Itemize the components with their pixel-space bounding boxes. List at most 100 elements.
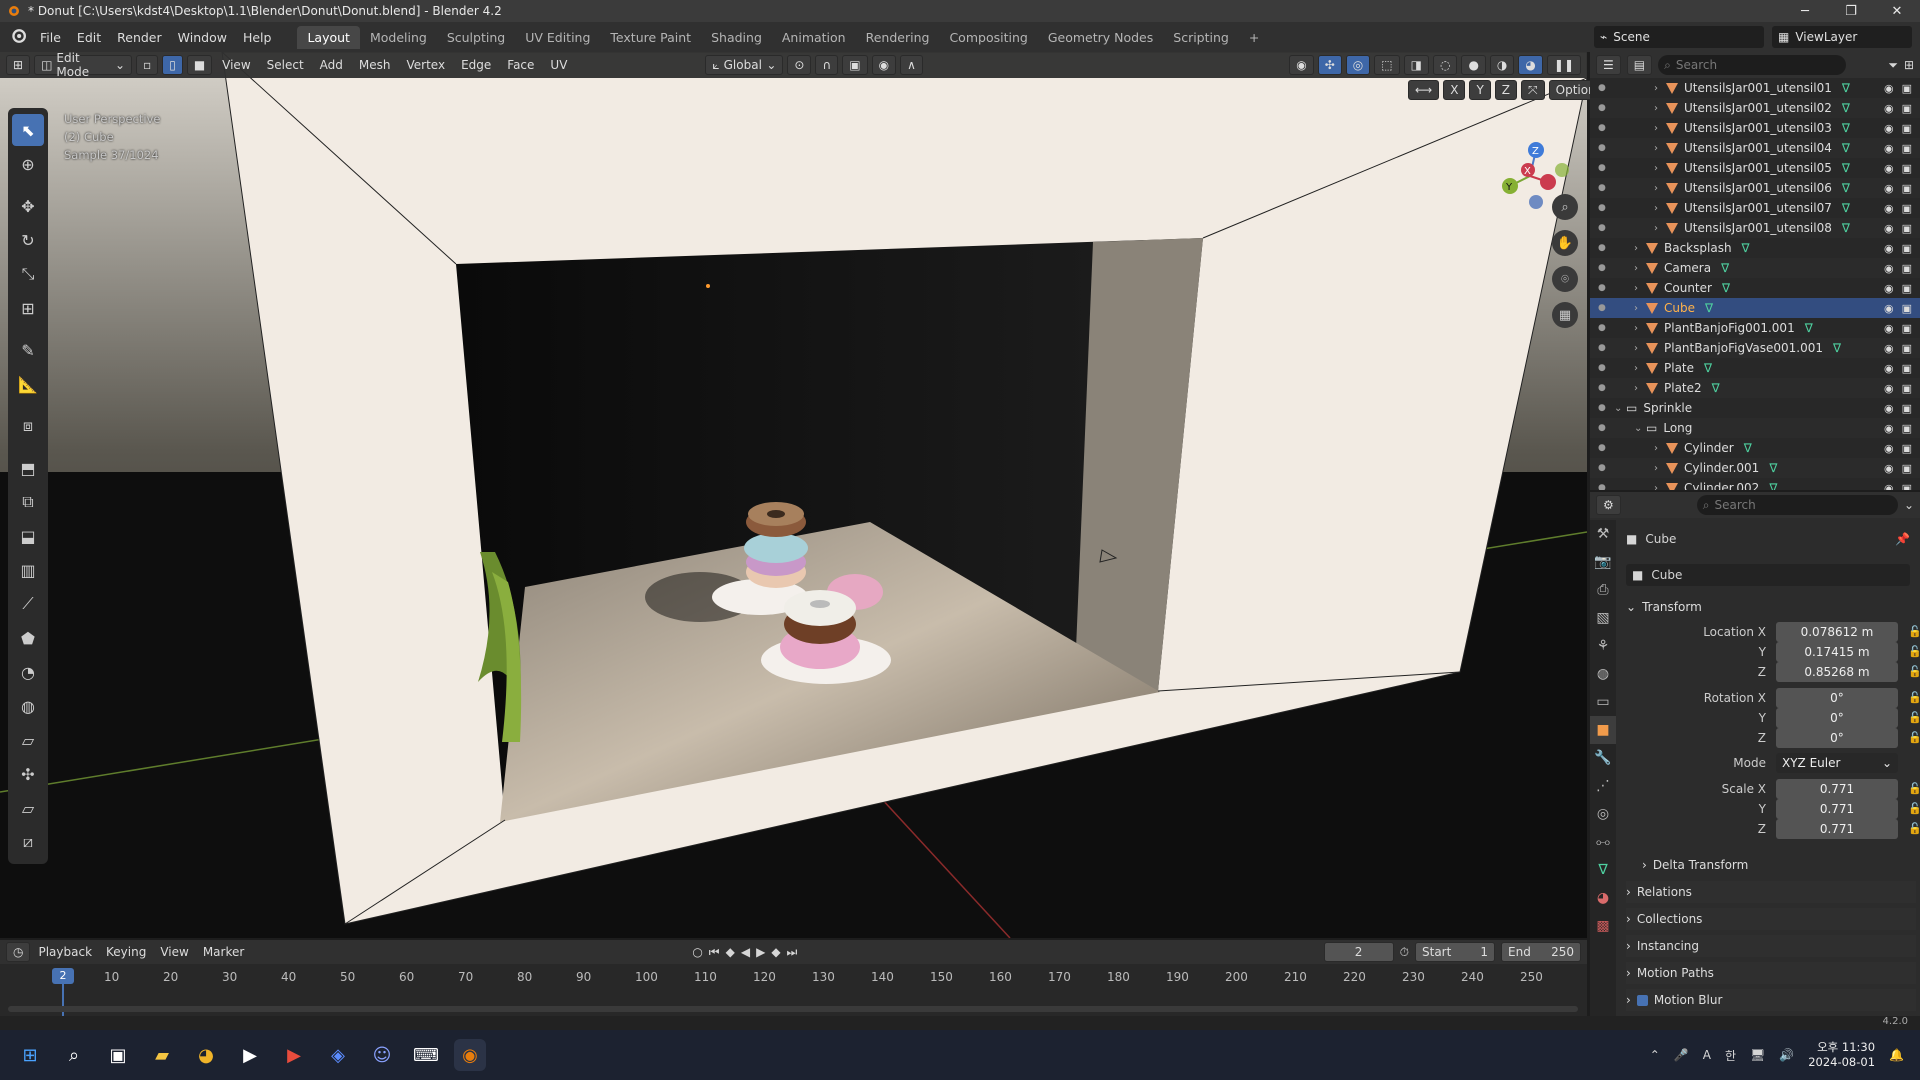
expand-chevron-icon[interactable]: › <box>1634 363 1646 374</box>
mirror-x-button[interactable]: X <box>1443 80 1466 100</box>
outliner-row[interactable]: ● › PlantBanjoFigVase001.001 ∇ ◉ ▣ <box>1590 338 1920 358</box>
expand-chevron-icon[interactable]: › <box>1634 243 1646 254</box>
tab-material[interactable]: ◕ <box>1590 884 1616 912</box>
eye-icon[interactable]: ◉ <box>1884 282 1894 295</box>
playhead-frame-indicator[interactable]: 2 <box>52 968 74 984</box>
tab-sculpting[interactable]: Sculpting <box>437 26 515 49</box>
expand-chevron-icon[interactable]: › <box>1634 343 1646 354</box>
outliner-row[interactable]: ● › Backsplash ∇ ◉ ▣ <box>1590 238 1920 258</box>
eye-icon[interactable]: ◉ <box>1884 402 1894 415</box>
eye-icon[interactable]: ◉ <box>1884 362 1894 375</box>
overlay-toggle-button[interactable]: ◎ <box>1345 55 1371 75</box>
tab-layout[interactable]: Layout <box>297 25 360 49</box>
location-x-field[interactable]: 0.078612 m <box>1776 622 1898 642</box>
network-icon[interactable]: 🖥 <box>1750 1048 1765 1062</box>
tab-constraints[interactable]: ⧟ <box>1590 828 1616 856</box>
menu-file[interactable]: File <box>32 30 69 45</box>
camera-render-icon[interactable]: ▣ <box>1902 402 1912 415</box>
camera-render-icon[interactable]: ▣ <box>1902 102 1912 115</box>
camera-render-icon[interactable]: ▣ <box>1902 202 1912 215</box>
vertex-select-button[interactable]: ▫ <box>136 55 159 75</box>
rendered-shading-button[interactable]: ◕ <box>1518 55 1543 75</box>
tab-uv-editing[interactable]: UV Editing <box>515 26 600 49</box>
eye-icon[interactable]: ◉ <box>1884 382 1894 395</box>
camera-render-icon[interactable]: ▣ <box>1902 482 1912 491</box>
tab-compositing[interactable]: Compositing <box>939 26 1037 49</box>
auto-merge-button[interactable]: ⤧ <box>1521 80 1545 100</box>
eye-icon[interactable]: ◉ <box>1884 142 1894 155</box>
tab-render[interactable]: 📷 <box>1590 548 1616 576</box>
lock-icon[interactable]: 🔓 <box>1908 782 1920 795</box>
outliner-row[interactable]: ● › Cube ∇ ◉ ▣ <box>1590 298 1920 318</box>
chevron-down-icon[interactable]: ⌄ <box>1904 498 1914 512</box>
outliner-row[interactable]: ● › UtensilsJar001_utensil07 ∇ ◉ ▣ <box>1590 198 1920 218</box>
scale-z-field[interactable]: 0.771 <box>1776 819 1898 839</box>
snap-target-button[interactable]: ▣ <box>842 55 868 75</box>
scale-tool[interactable]: ⤡ <box>12 258 44 290</box>
edge-slide-tool[interactable]: ▱ <box>12 724 44 756</box>
expand-chevron-icon[interactable]: › <box>1634 303 1646 314</box>
camera-render-icon[interactable]: ▣ <box>1902 362 1912 375</box>
eye-icon[interactable]: ◉ <box>1884 462 1894 475</box>
orientation-dropdown[interactable]: ⟀ Global ⌄ <box>705 55 784 75</box>
tab-object[interactable]: ■ <box>1590 716 1616 744</box>
camera-render-icon[interactable]: ▣ <box>1902 242 1912 255</box>
outliner-row[interactable]: ● › UtensilsJar001_utensil02 ∇ ◉ ▣ <box>1590 98 1920 118</box>
outliner-row[interactable]: ● › Cylinder ∇ ◉ ▣ <box>1590 438 1920 458</box>
outliner-row[interactable]: ● › Cylinder.002 ∇ ◉ ▣ <box>1590 478 1920 490</box>
camera-render-icon[interactable]: ▣ <box>1902 302 1912 315</box>
tab-scene[interactable]: ⚘ <box>1590 632 1616 660</box>
camera-render-icon[interactable]: ▣ <box>1902 182 1912 195</box>
menu-mesh[interactable]: Mesh <box>353 58 397 72</box>
eye-icon[interactable]: ◉ <box>1884 422 1894 435</box>
cursor-tool[interactable]: ⊕ <box>12 148 44 180</box>
knife-tool[interactable]: ⟋ <box>12 588 44 620</box>
expand-chevron-icon[interactable]: › <box>1654 163 1666 174</box>
outliner-row[interactable]: ● ⌄ ▭ Long ◉ ▣ <box>1590 418 1920 438</box>
windows-start-icon[interactable]: ⊞ <box>14 1039 46 1071</box>
camera-render-icon[interactable]: ▣ <box>1902 322 1912 335</box>
menu-window[interactable]: Window <box>170 30 235 45</box>
add-workspace-button[interactable]: + <box>1239 26 1269 49</box>
menu-view[interactable]: View <box>216 58 256 72</box>
ime-korean-indicator[interactable]: 한 <box>1725 1047 1736 1064</box>
solid-shading-button[interactable]: ● <box>1461 55 1486 75</box>
eye-icon[interactable]: ◉ <box>1884 202 1894 215</box>
lock-icon[interactable]: 🔓 <box>1908 645 1920 658</box>
location-z-field[interactable]: 0.85268 m <box>1776 662 1898 682</box>
xray-button[interactable]: ◨ <box>1403 55 1429 75</box>
shear-tool[interactable]: ⏥ <box>12 792 44 824</box>
notification-bell-icon[interactable]: 🔔 <box>1889 1048 1904 1062</box>
camera-render-icon[interactable]: ▣ <box>1902 462 1912 475</box>
camera-view-icon[interactable]: ⌾ <box>1552 266 1578 292</box>
maximize-button[interactable]: ❐ <box>1828 4 1874 19</box>
edge-select-button[interactable]: ▯ <box>162 55 183 75</box>
instancing-panel-header[interactable]: › Instancing <box>1626 935 1916 957</box>
close-button[interactable]: ✕ <box>1874 4 1920 19</box>
outliner-row[interactable]: ● › Plate2 ∇ ◉ ▣ <box>1590 378 1920 398</box>
volume-icon[interactable]: 🔊 <box>1779 1048 1794 1062</box>
material-shading-button[interactable]: ◑ <box>1489 55 1515 75</box>
search-icon[interactable]: ⌕ <box>58 1039 90 1071</box>
menu-vertex[interactable]: Vertex <box>401 58 452 72</box>
outliner-row[interactable]: ● ⌄ ▭ Sprinkle ◉ ▣ <box>1590 398 1920 418</box>
expand-chevron-icon[interactable]: › <box>1654 143 1666 154</box>
microphone-icon[interactable]: 🎤 <box>1674 1048 1689 1062</box>
eye-icon[interactable]: ◉ <box>1884 482 1894 491</box>
tray-chevron-icon[interactable]: ⌃ <box>1650 1048 1660 1062</box>
motion-blur-checkbox[interactable] <box>1636 994 1648 1006</box>
gizmo-toggle-button[interactable]: ✣ <box>1317 55 1342 75</box>
lock-icon[interactable]: 🔓 <box>1908 691 1920 704</box>
lock-icon[interactable]: 🔓 <box>1908 802 1920 815</box>
camera-render-icon[interactable]: ▣ <box>1902 442 1912 455</box>
outliner-row[interactable]: ● › UtensilsJar001_utensil06 ∇ ◉ ▣ <box>1590 178 1920 198</box>
outliner-row[interactable]: ● › Counter ∇ ◉ ▣ <box>1590 278 1920 298</box>
tab-tool[interactable]: ⚒ <box>1590 520 1616 548</box>
tab-rendering[interactable]: Rendering <box>856 26 940 49</box>
measure-tool[interactable]: 📐 <box>12 368 44 400</box>
rip-tool[interactable]: ⧄ <box>12 826 44 858</box>
outliner-row[interactable]: ● › Cylinder.001 ∇ ◉ ▣ <box>1590 458 1920 478</box>
add-cube-tool[interactable]: ⧈ <box>12 410 44 442</box>
chrome-icon[interactable]: ◕ <box>190 1039 222 1071</box>
tab-world[interactable]: ◍ <box>1590 660 1616 688</box>
